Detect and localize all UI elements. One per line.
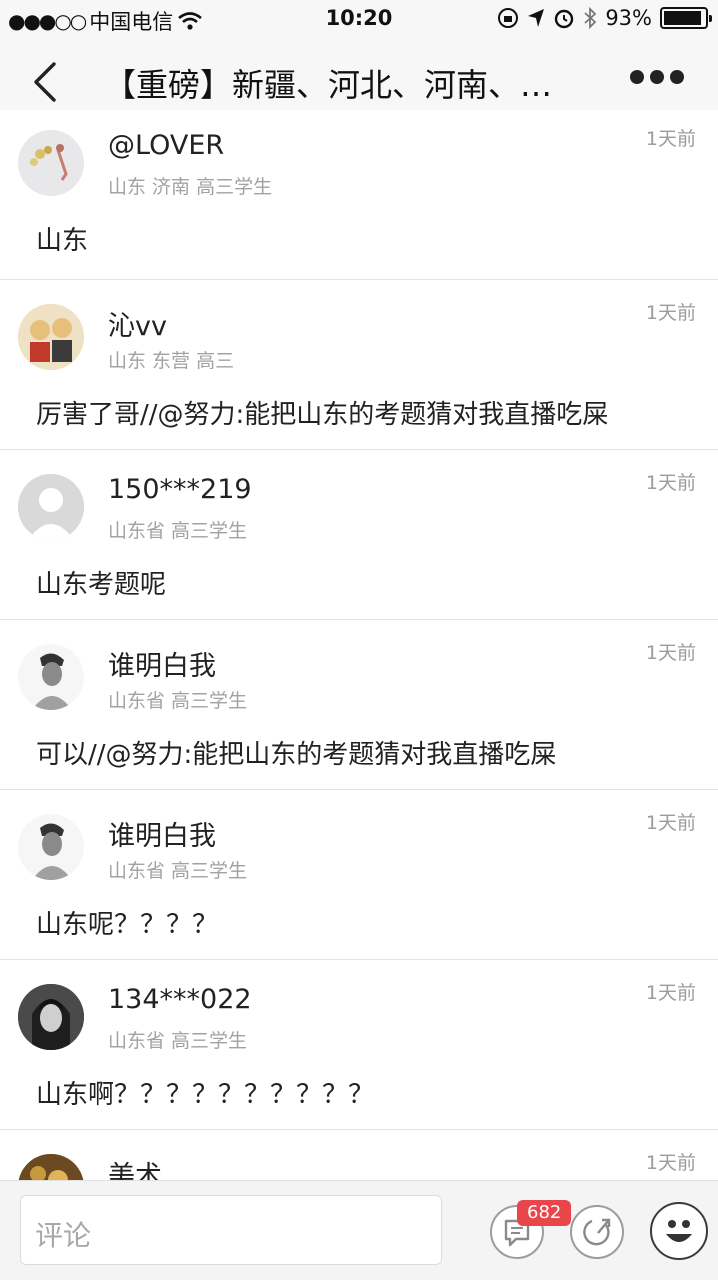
status-right: 93% <box>497 6 712 30</box>
smiley-icon <box>666 1220 692 1242</box>
comment-item[interactable]: 134***022 山东省 高三学生 1天前 山东啊？？？？？？？？？？ <box>0 960 718 1130</box>
comment-item[interactable]: 谁明白我 山东省 高三学生 1天前 山东呢？？？？ <box>0 790 718 960</box>
bluetooth-icon <box>584 7 597 29</box>
emoji-button[interactable] <box>650 1202 708 1260</box>
username[interactable]: @LOVER <box>108 130 224 161</box>
location-icon <box>528 9 545 27</box>
rotation-lock-icon <box>498 8 519 28</box>
user-meta: 山东省 高三学生 <box>108 860 248 882</box>
comment-list[interactable]: @LOVER 山东 济南 高三学生 1天前 山东 沁vv 山东 东营 高三 1天… <box>0 110 718 1180</box>
avatar[interactable] <box>18 644 84 710</box>
bottom-bar: 评论 <box>0 1180 718 1280</box>
username[interactable]: 谁明白我 <box>108 814 216 853</box>
username[interactable]: 沁vv <box>108 304 167 343</box>
avatar[interactable] <box>18 984 84 1050</box>
user-meta: 山东 东营 高三 <box>108 350 235 372</box>
share-icon <box>583 1218 611 1246</box>
comment-item[interactable]: 150***219 山东省 高三学生 1天前 山东考题呢 <box>0 450 718 620</box>
comment-text: 山东呢？？？？ <box>36 910 219 940</box>
avatar[interactable] <box>18 474 84 540</box>
comment-text: 可以//@努力:能把山东的考题猜对我直播吃屎 <box>36 740 557 770</box>
username[interactable]: 150***219 <box>108 474 252 505</box>
comment-item[interactable]: 谁明白我 山东省 高三学生 1天前 可以//@努力:能把山东的考题猜对我直播吃屎 <box>0 620 718 790</box>
comment-count-badge: 682 <box>517 1200 572 1226</box>
user-meta: 山东省 高三学生 <box>108 520 248 542</box>
comment-time: 1天前 <box>645 642 696 664</box>
more-dot <box>670 70 684 84</box>
battery-icon <box>660 7 712 29</box>
chevron-left-icon[interactable] <box>22 58 70 106</box>
comment-time: 1天前 <box>645 1152 696 1174</box>
status-bar: ●●●○○ 中国电信 10:20 93% <box>0 0 718 40</box>
more-dot <box>630 70 644 84</box>
username[interactable]: 谁明白我 <box>108 644 216 683</box>
comment-item[interactable]: 美术 1天前 <box>0 1130 718 1180</box>
user-meta: 山东 济南 高三学生 <box>108 176 273 198</box>
comment-item[interactable]: 沁vv 山东 东营 高三 1天前 厉害了哥//@努力:能把山东的考题猜对我直播吃… <box>0 280 718 450</box>
comment-time: 1天前 <box>645 472 696 494</box>
share-button[interactable] <box>570 1205 624 1259</box>
avatar[interactable] <box>18 1154 84 1180</box>
avatar[interactable] <box>18 304 84 370</box>
comment-text: 山东啊？？？？？？？？？？ <box>36 1080 375 1110</box>
comment-text: 山东考题呢 <box>36 570 167 600</box>
comment-text: 厉害了哥//@努力:能把山东的考题猜对我直播吃屎 <box>36 400 609 430</box>
comment-input[interactable]: 评论 <box>20 1195 442 1265</box>
comment-time: 1天前 <box>645 812 696 834</box>
username[interactable]: 美术 <box>108 1154 162 1180</box>
user-meta: 山东省 高三学生 <box>108 690 248 712</box>
more-dots-icon[interactable] <box>630 70 684 84</box>
comment-time: 1天前 <box>645 302 696 324</box>
alarm-icon <box>555 9 574 29</box>
username[interactable]: 134***022 <box>108 984 252 1015</box>
avatar[interactable] <box>18 814 84 880</box>
battery-level <box>664 11 702 25</box>
comment-time: 1天前 <box>645 128 696 150</box>
page-title: 【重磅】新疆、河北、河南、… <box>104 66 553 104</box>
more-dot <box>650 70 664 84</box>
user-meta: 山东省 高三学生 <box>108 1030 248 1052</box>
avatar[interactable] <box>18 130 84 196</box>
comment-item[interactable]: @LOVER 山东 济南 高三学生 1天前 山东 <box>0 110 718 280</box>
comment-text: 山东 <box>36 226 89 256</box>
comment-time: 1天前 <box>645 982 696 1004</box>
battery-percent: 93% <box>605 6 652 30</box>
